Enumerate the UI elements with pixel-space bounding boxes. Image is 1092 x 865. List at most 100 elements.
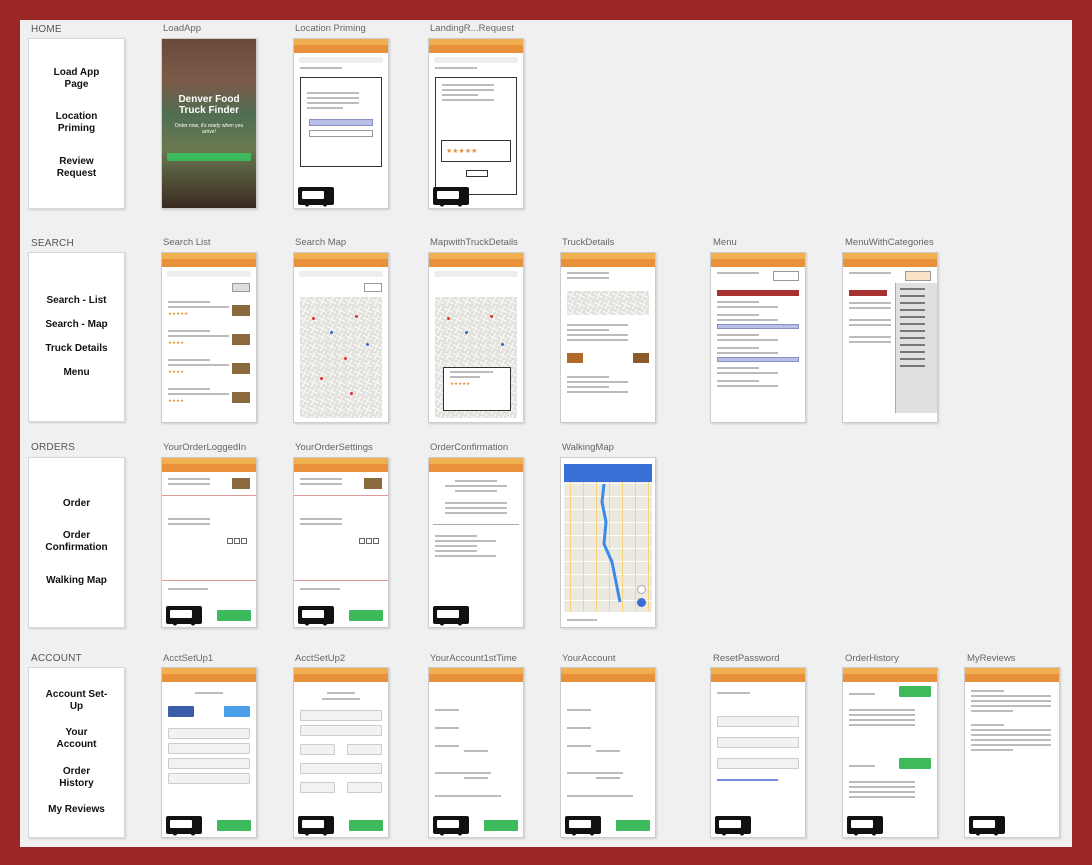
- search-input[interactable]: [167, 271, 251, 277]
- save-button[interactable]: [349, 820, 383, 831]
- screen-label: MapwithTruckDetails: [430, 237, 518, 248]
- nav-bar: [843, 259, 937, 267]
- screen-search-map[interactable]: [293, 252, 389, 423]
- rating-box[interactable]: ★★★★★: [441, 140, 511, 162]
- menu-item-search-list[interactable]: Search - List: [46, 295, 106, 307]
- search-menu-card: Search - List Search - Map Truck Details…: [28, 252, 125, 422]
- screen-label: Search Map: [295, 237, 347, 248]
- menu-item-walking-map[interactable]: Walking Map: [46, 575, 107, 587]
- quantity-stepper[interactable]: [359, 538, 383, 544]
- expiry-field[interactable]: [300, 782, 335, 793]
- list-item[interactable]: ★★★★: [162, 359, 256, 385]
- screen-map-truck-details[interactable]: ★★★★★: [428, 252, 524, 423]
- screen-truck-details[interactable]: [560, 252, 656, 423]
- truck-popup[interactable]: ★★★★★: [443, 367, 511, 411]
- view-categories-button[interactable]: [905, 271, 931, 281]
- menu-item-order[interactable]: Order: [63, 498, 90, 510]
- screen-load-app[interactable]: Denver Food Truck Finder Order now, it's…: [161, 38, 257, 209]
- locate-me-icon[interactable]: [637, 585, 646, 594]
- walking-map-view[interactable]: [564, 464, 652, 612]
- continue-with-order-button[interactable]: [484, 820, 518, 831]
- nav-bar: [429, 464, 523, 472]
- pay-button[interactable]: [349, 610, 383, 621]
- facebook-signup-button[interactable]: [168, 706, 194, 717]
- screen-acct-setup-1[interactable]: [161, 667, 257, 838]
- password-field[interactable]: [168, 758, 250, 769]
- nav-bar: [294, 464, 388, 472]
- zip-field[interactable]: [347, 744, 382, 755]
- card-number-field[interactable]: [300, 763, 382, 774]
- rating-stars-icon[interactable]: ★★★★★: [446, 147, 510, 155]
- menu-item-order-confirmation[interactable]: Order Confirmation: [45, 530, 107, 554]
- city-field[interactable]: [300, 725, 382, 736]
- search-input[interactable]: [299, 271, 383, 277]
- list-toggle-button[interactable]: [364, 283, 382, 292]
- category-dropdown[interactable]: [895, 283, 937, 413]
- quantity-stepper[interactable]: [227, 538, 251, 544]
- screen-reset-password[interactable]: [710, 667, 806, 838]
- screen-walking-map[interactable]: [560, 457, 656, 628]
- screen-order-history[interactable]: [842, 667, 938, 838]
- menu-item-load-app[interactable]: Load App Page: [54, 67, 100, 91]
- search-input[interactable]: [434, 57, 518, 63]
- nav-bar: [294, 259, 388, 267]
- menu-item-order-history[interactable]: Order History: [59, 766, 93, 790]
- orders-menu-card: Order Order Confirmation Walking Map: [28, 457, 125, 628]
- password-confirm-field[interactable]: [168, 773, 250, 784]
- screen-your-order-settings[interactable]: [293, 457, 389, 628]
- screen-label: YourOrderSettings: [295, 442, 373, 453]
- list-item[interactable]: ★★★★: [162, 330, 256, 356]
- menu-item-your-account[interactable]: Your Account: [57, 727, 97, 751]
- menu-item-truck-details[interactable]: Truck Details: [45, 343, 107, 355]
- email-field[interactable]: [168, 743, 250, 754]
- review-dialog: ★★★★★: [435, 77, 517, 195]
- screen-your-account-first-time[interactable]: [428, 667, 524, 838]
- menu-item-menu[interactable]: Menu: [63, 367, 89, 379]
- screen-your-account[interactable]: [560, 667, 656, 838]
- screen-location-priming[interactable]: [293, 38, 389, 209]
- current-password-field[interactable]: [717, 716, 799, 727]
- navigate-icon[interactable]: [637, 598, 646, 607]
- cvv-field[interactable]: [347, 782, 382, 793]
- screen-menu[interactable]: [710, 252, 806, 423]
- screen-your-order-logged-in[interactable]: [161, 457, 257, 628]
- screen-menu-categories[interactable]: [842, 252, 938, 423]
- allow-button[interactable]: [309, 119, 373, 126]
- screen-review-request[interactable]: ★★★★★: [428, 38, 524, 209]
- menu-item-location-priming[interactable]: Location Priming: [56, 111, 98, 135]
- search-bar[interactable]: [167, 153, 251, 161]
- next-step-button[interactable]: [217, 820, 251, 831]
- menu-item-review-request[interactable]: Review Request: [57, 156, 96, 180]
- map-toggle-button[interactable]: [232, 283, 250, 292]
- billing-address-field[interactable]: [300, 710, 382, 721]
- confirm-password-field[interactable]: [717, 758, 799, 769]
- map-view[interactable]: ★★★★★: [435, 297, 517, 418]
- state-field[interactable]: [300, 744, 335, 755]
- list-item[interactable]: ★★★★★: [162, 301, 256, 327]
- menu-item-account-setup[interactable]: Account Set- Up: [46, 689, 108, 713]
- list-item[interactable]: ★★★★: [162, 388, 256, 414]
- view-categories-button[interactable]: [773, 271, 799, 281]
- submit-button[interactable]: [466, 170, 488, 177]
- map-view[interactable]: [567, 291, 649, 315]
- deny-button[interactable]: [309, 130, 373, 137]
- continue-with-order-button[interactable]: [616, 820, 650, 831]
- screen-acct-setup-2[interactable]: [293, 667, 389, 838]
- search-input[interactable]: [434, 271, 518, 277]
- search-input[interactable]: [299, 57, 383, 63]
- menu-item-my-reviews[interactable]: My Reviews: [48, 804, 105, 816]
- text-line: [307, 102, 359, 104]
- pay-button[interactable]: [217, 610, 251, 621]
- expiry-cvv-row: [294, 778, 388, 797]
- new-password-field[interactable]: [717, 737, 799, 748]
- name-field[interactable]: [168, 728, 250, 739]
- map-view[interactable]: [300, 297, 382, 418]
- nav-bar: [965, 674, 1059, 682]
- twitter-signup-button[interactable]: [224, 706, 250, 717]
- screen-search-list[interactable]: ★★★★★ ★★★★ ★★★★ ★★★★: [161, 252, 257, 423]
- screen-my-reviews[interactable]: [964, 667, 1060, 838]
- menu-item-search-map[interactable]: Search - Map: [45, 319, 107, 331]
- screen-label: YourAccount1stTime: [430, 653, 517, 664]
- text-line: [307, 92, 359, 94]
- screen-order-confirmation[interactable]: [428, 457, 524, 628]
